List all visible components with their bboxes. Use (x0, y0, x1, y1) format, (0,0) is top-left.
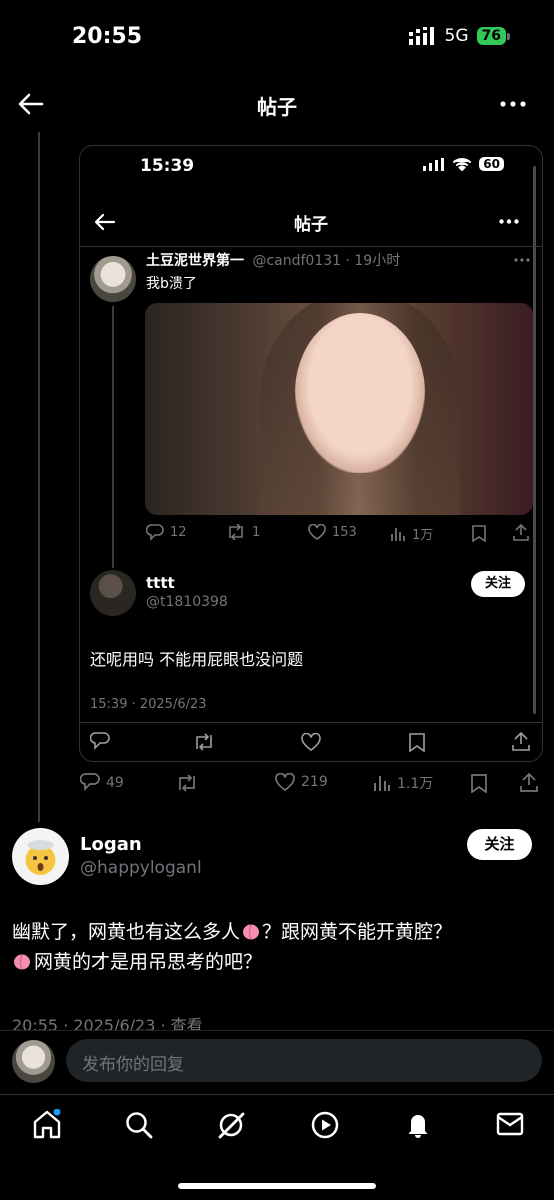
bookmark-icon[interactable] (471, 774, 487, 793)
messages-icon[interactable] (496, 1112, 524, 1136)
notifications-icon[interactable] (403, 1109, 433, 1139)
scrollbar[interactable] (533, 166, 536, 714)
signal-icon (408, 27, 437, 45)
more-options-icon[interactable] (514, 258, 530, 262)
reply-count: 49 (106, 774, 124, 791)
like-action[interactable]: 153 (308, 524, 357, 540)
peach-emoji-icon (241, 921, 261, 941)
avatar[interactable] (90, 256, 136, 302)
avatar[interactable] (12, 1040, 55, 1083)
reply-action[interactable]: 49 (80, 773, 124, 792)
reply-timestamp: 15:39 · 2025/6/23 (90, 697, 207, 712)
views-count: 1万 (412, 528, 434, 543)
author-name[interactable]: tttt (146, 574, 175, 592)
embedded-status-indicators: 60 (423, 157, 504, 171)
embedded-battery-icon: 60 (479, 157, 504, 171)
signal-icon (423, 157, 445, 171)
share-icon[interactable] (512, 732, 530, 751)
author-name[interactable]: 土豆泥世界第一 (146, 253, 244, 269)
post-header: 土豆泥世界第一 @candf0131 · 19小时 (146, 250, 400, 270)
heart-icon (308, 524, 326, 540)
repost-icon[interactable] (193, 733, 215, 751)
thread-line (112, 306, 114, 568)
post-photo[interactable] (145, 303, 533, 515)
battery-icon: 76 (476, 27, 511, 45)
repost-icon[interactable] (176, 774, 198, 792)
views-icon (390, 526, 406, 542)
divider (80, 722, 542, 723)
share-icon[interactable] (513, 524, 529, 541)
avatar[interactable] (12, 828, 69, 885)
status-indicators: 5G 76 (408, 26, 511, 46)
page-title: 帖子 (257, 95, 297, 119)
reply-action[interactable]: 12 (146, 524, 187, 541)
post-text: 幽默了，网黄也有这么多人 ？跟网黄不能开黄腔？ 网黄的才是用吊思考的吧？ (12, 917, 452, 977)
more-options-icon[interactable] (499, 219, 519, 224)
wifi-icon (453, 157, 472, 171)
post-text-segment: 网黄的才是用吊思考的吧？ (34, 951, 263, 973)
quoted-screenshot[interactable]: 15:39 60 帖子 土豆泥世界第一 @candf0131 · 19小时 我b… (79, 145, 543, 762)
status-time: 20:55 (72, 24, 143, 49)
post-text-segment: ？跟网黄不能开黄腔？ (262, 921, 453, 943)
shocked-face-emoji-icon (25, 840, 56, 875)
repost-icon (226, 524, 246, 540)
more-options-icon[interactable] (500, 101, 526, 107)
views-icon (373, 774, 391, 792)
author-meta: @candf0131 · 19小时 (252, 253, 401, 269)
video-icon[interactable] (310, 1110, 340, 1140)
views-action[interactable]: 1.1万 (373, 773, 433, 793)
grok-icon[interactable] (216, 1110, 246, 1140)
like-action[interactable]: 219 (275, 773, 328, 791)
reply-icon[interactable] (90, 732, 110, 751)
search-icon[interactable] (124, 1110, 154, 1140)
home-indicator (178, 1183, 376, 1189)
divider (80, 246, 542, 247)
post-text-line: 网黄的才是用吊思考的吧？ (12, 947, 452, 977)
reply-icon (146, 524, 164, 541)
views-action[interactable]: 1万 (390, 524, 433, 543)
avatar[interactable] (90, 570, 136, 616)
reply-count: 12 (170, 525, 187, 540)
reply-text: 还呢用吗 不能用屁眼也没问题 (90, 650, 304, 669)
heart-icon[interactable] (301, 733, 321, 751)
post-text-line: 幽默了，网黄也有这么多人 ？跟网黄不能开黄腔？ (12, 917, 452, 947)
repost-action[interactable]: 1 (226, 524, 260, 540)
share-icon[interactable] (520, 773, 538, 792)
follow-button[interactable]: 关注 (467, 829, 532, 860)
follow-button[interactable]: 关注 (471, 571, 525, 597)
home-icon[interactable] (32, 1109, 62, 1139)
network-label: 5G (444, 26, 469, 46)
embedded-page-title: 帖子 (294, 215, 328, 235)
like-count: 153 (332, 524, 357, 540)
reply-icon (80, 773, 100, 792)
heart-icon (275, 773, 295, 791)
post-text-segment: 幽默了，网黄也有这么多人 (12, 921, 241, 943)
author-handle: @happyloganl (80, 858, 202, 878)
author-name[interactable]: Logan (80, 834, 142, 855)
photo-face-shape (295, 313, 425, 473)
bookmark-icon[interactable] (472, 525, 486, 542)
post-text: 我b溃了 (146, 276, 197, 292)
like-count: 219 (301, 774, 328, 790)
peach-emoji-icon (12, 951, 32, 971)
repost-count: 1 (252, 524, 261, 540)
reply-input[interactable]: 发布你的回复 (66, 1039, 542, 1082)
bookmark-icon[interactable] (409, 733, 425, 752)
embedded-status-time: 15:39 (140, 156, 195, 176)
views-count: 1.1万 (397, 776, 434, 792)
thread-line (38, 132, 40, 822)
author-handle: @t1810398 (146, 594, 228, 610)
